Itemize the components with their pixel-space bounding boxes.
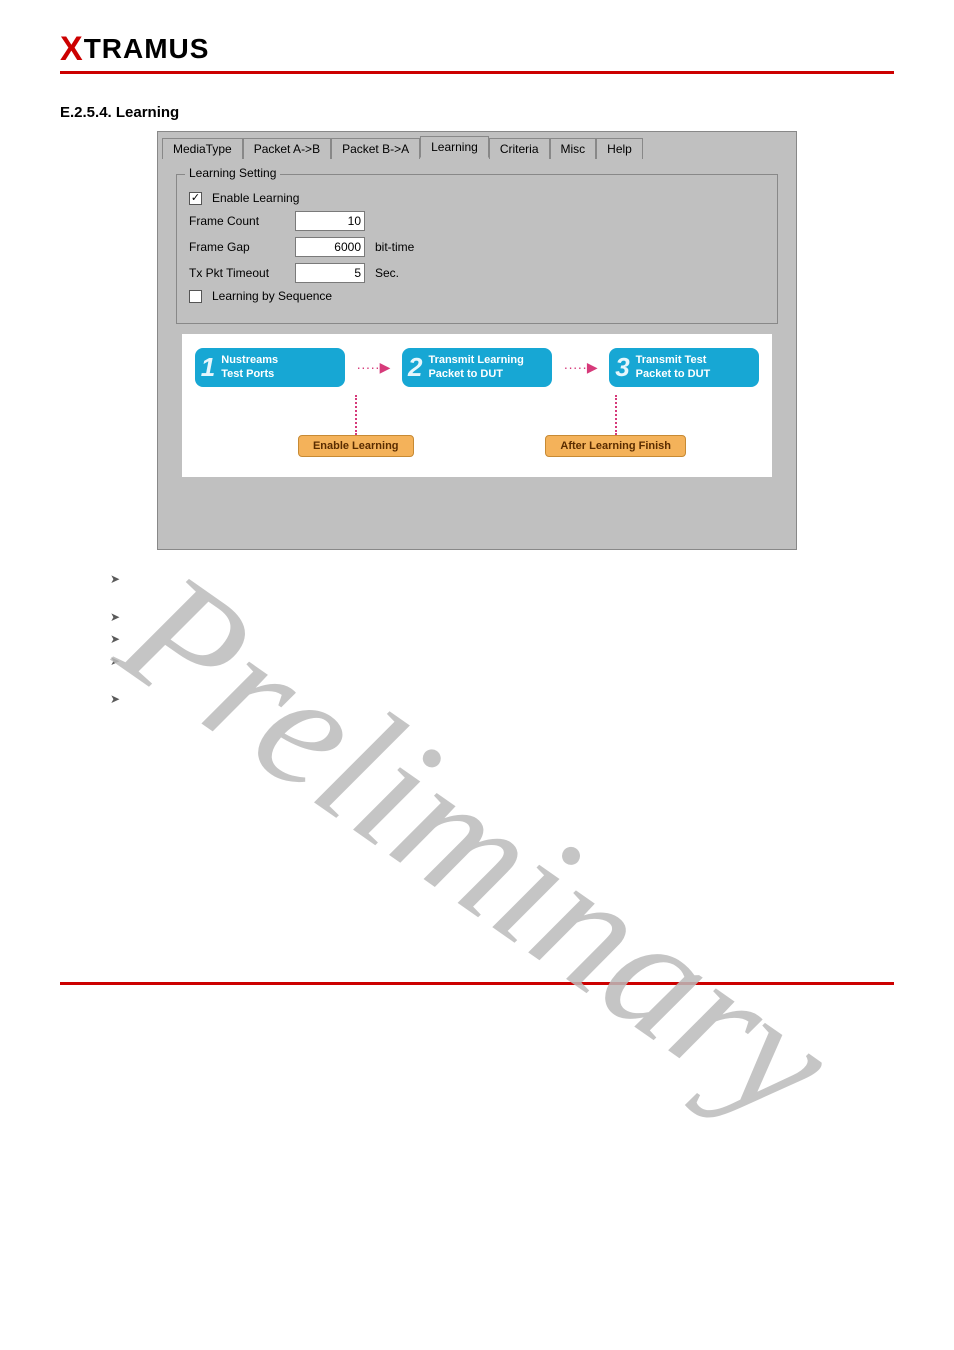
after-learning-finish-pill: After Learning Finish [545, 435, 686, 457]
tab-mediatype[interactable]: MediaType [162, 138, 243, 159]
frame-gap-label: Frame Gap [189, 240, 289, 254]
dialog-screenshot: MediaType Packet A->B Packet B->A Learni… [157, 131, 797, 550]
connector-line [615, 395, 617, 435]
bullet-tx-timeout: Tx Pkt Timeout: If the system can't send… [110, 652, 894, 684]
footer-rule [60, 982, 894, 985]
step1-number: 1 [201, 352, 215, 383]
diagram-step-1: 1 Nustreams Test Ports [195, 348, 345, 387]
step2-line1: Transmit Learning [428, 354, 523, 367]
tab-learning[interactable]: Learning [420, 136, 489, 158]
tab-bar: MediaType Packet A->B Packet B->A Learni… [158, 132, 796, 158]
learning-diagram: 1 Nustreams Test Ports ·····▶ 2 Transmit… [182, 334, 772, 477]
tab-body: Learning Setting Enable Learning Frame C… [164, 158, 790, 489]
logo: XTRAMUS [60, 30, 894, 69]
enable-learning-label: Enable Learning [212, 191, 299, 205]
frame-count-input[interactable] [295, 211, 365, 231]
tab-packet-ab[interactable]: Packet A->B [243, 138, 331, 159]
logo-x: X [60, 30, 84, 68]
step1-line2: Test Ports [221, 368, 278, 381]
frame-gap-unit: bit-time [375, 240, 414, 254]
step3-number: 3 [615, 352, 629, 383]
connector-line [355, 395, 357, 435]
tab-help[interactable]: Help [596, 138, 643, 159]
bullet-frame-count: Frame Count: Repeat frame count per lear… [110, 608, 894, 624]
bullet-frame-gap: Frame Gap: Duration time between learnin… [110, 630, 894, 646]
diagram-step-3: 3 Transmit Test Packet to DUT [609, 348, 759, 387]
learning-setting-fieldset: Learning Setting Enable Learning Frame C… [176, 174, 778, 324]
bullet-learning-by-sequence: Learning by Sequence: It will send the l… [110, 690, 894, 722]
learning-by-sequence-checkbox[interactable] [189, 290, 202, 303]
frame-gap-input[interactable] [295, 237, 365, 257]
tx-timeout-unit: Sec. [375, 266, 399, 280]
tab-criteria[interactable]: Criteria [489, 138, 550, 159]
bullet-list: Enable Learning: As shown in the figure … [70, 570, 894, 722]
header-rule [60, 71, 894, 74]
tx-timeout-label: Tx Pkt Timeout [189, 266, 289, 280]
logo-text: TRAMUS [84, 33, 210, 64]
section-title: E.2.5.4. Learning [60, 104, 894, 121]
learning-by-sequence-label: Learning by Sequence [212, 289, 332, 303]
bullet-enable-learning: Enable Learning: As shown in the figure … [110, 570, 894, 602]
step3-line2: Packet to DUT [636, 368, 711, 381]
tx-timeout-input[interactable] [295, 263, 365, 283]
fieldset-legend: Learning Setting [185, 166, 280, 180]
step3-line1: Transmit Test [636, 354, 711, 367]
enable-learning-pill: Enable Learning [298, 435, 414, 457]
tab-packet-ba[interactable]: Packet B->A [331, 138, 420, 159]
step2-number: 2 [408, 352, 422, 383]
step1-line1: Nustreams [221, 354, 278, 367]
arrow-icon: ·····▶ [356, 359, 390, 376]
tab-misc[interactable]: Misc [550, 138, 597, 159]
arrow-icon: ·····▶ [564, 359, 598, 376]
step2-line2: Packet to DUT [428, 368, 523, 381]
enable-learning-checkbox[interactable] [189, 192, 202, 205]
frame-count-label: Frame Count [189, 214, 289, 228]
diagram-step-2: 2 Transmit Learning Packet to DUT [402, 348, 552, 387]
